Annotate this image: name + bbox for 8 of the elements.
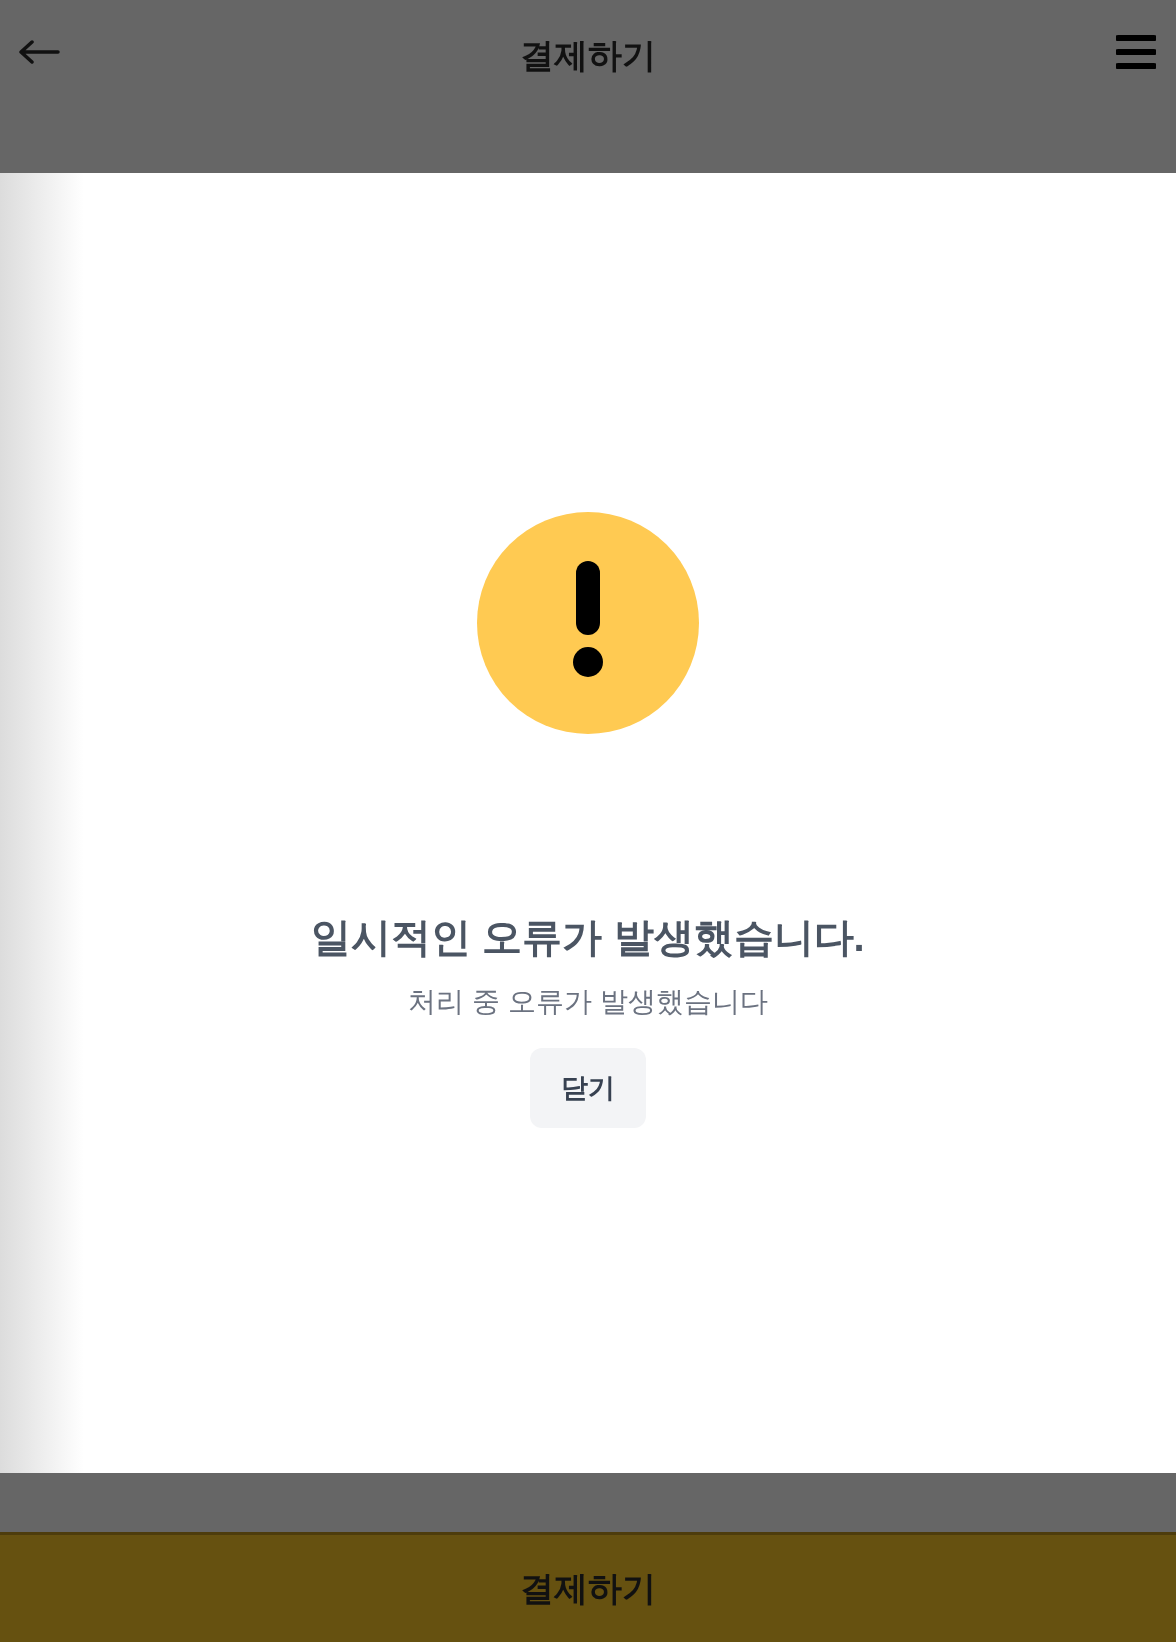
page-title: 결제하기	[520, 35, 656, 76]
error-title: 일시적인 오류가 발생했습니다.	[311, 914, 865, 961]
menu-icon	[1116, 34, 1156, 70]
menu-button[interactable]	[1116, 32, 1158, 72]
warning-icon	[477, 512, 699, 734]
back-arrow-icon	[18, 40, 60, 64]
close-button[interactable]: 닫기	[530, 1048, 646, 1128]
error-message: 처리 중 오류가 발생했습니다	[408, 985, 768, 1019]
